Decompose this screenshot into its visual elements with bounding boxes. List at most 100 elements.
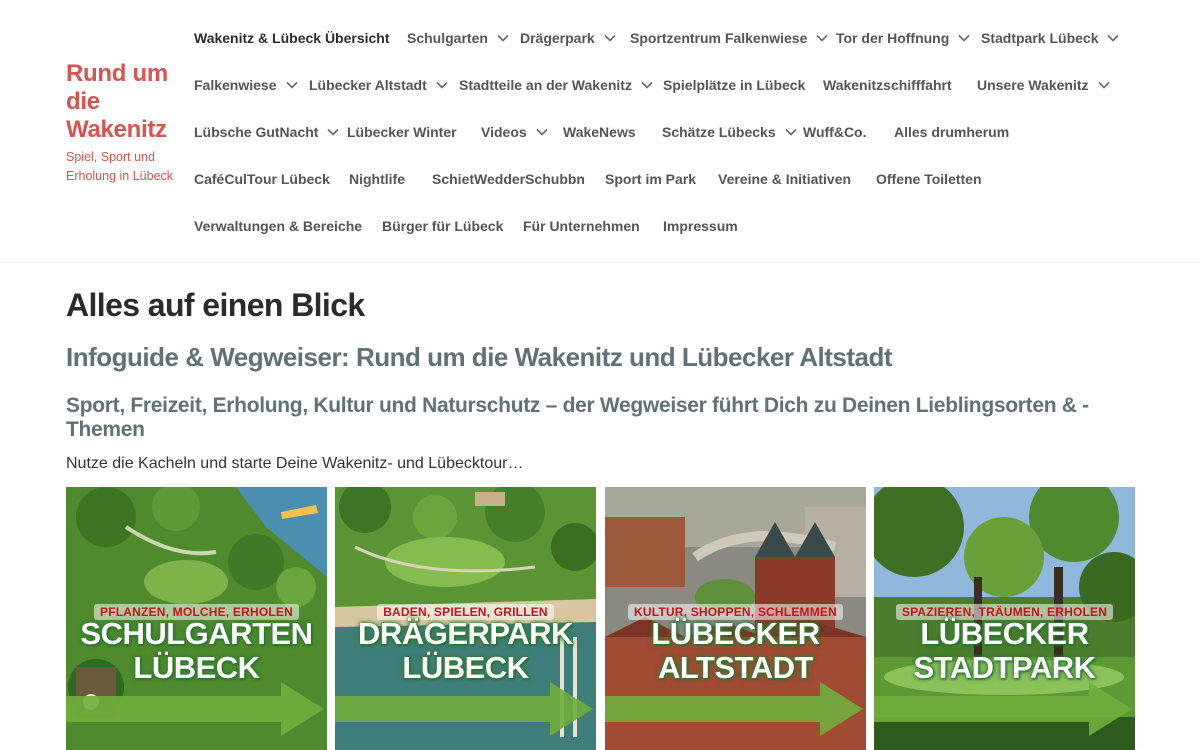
nav-row: CaféCulTour Lübeck Nightlife SchietWedde… [194,157,1144,204]
tile-draegerpark[interactable]: BADEN, SPIELEN, GRILLEN DRÄGERPARK LÜBEC… [335,487,596,750]
tile-grid: PFLANZEN, MOLCHE, ERHOLEN SCHULGARTEN LÜ… [66,487,1136,750]
tile-title-line2: LÜBECK [402,650,529,685]
site-title[interactable]: Rund um die Wakenitz [66,60,176,144]
nav-item-drumherum[interactable]: Alles drumherum [894,110,1009,154]
nav-row: Lübsche GutNacht Lübecker Winter Videos … [194,110,1144,157]
nav-item-nightlife[interactable]: Nightlife [349,157,405,201]
nav-item-schaetze[interactable]: Schätze Lübecks [662,110,798,154]
nav-item-wakenitzschifffahrt[interactable]: Wakenitzschifffahrt [823,63,952,107]
arrow-right-icon [66,682,324,736]
nav-item-spielplaetze[interactable]: Spielplätze in Lübeck [663,63,805,107]
tile-title-line2: STADTPARK [913,650,1096,685]
main-navigation: Wakenitz & Lübeck Übersicht Schulgarten … [194,16,1144,251]
chevron-down-icon[interactable] [435,78,449,92]
nav-item-label: Unsere Wakenitz [977,77,1089,93]
nav-item-label: Nightlife [349,171,405,187]
section-heading: Infoguide & Wegweiser: Rund um die Waken… [66,342,893,372]
nav-item-label: Spielplätze in Lübeck [663,77,806,93]
nav-item-label: Videos [481,124,527,140]
arrow-right-icon [335,682,593,736]
nav-item-videos[interactable]: Videos [481,110,549,154]
site-branding: Rund um die Wakenitz Spiel, Sport und Er… [66,60,176,185]
nav-item-sport-im-park[interactable]: Sport im Park [605,157,696,201]
page-title: Alles auf einen Blick [66,287,365,323]
nav-item-label: Sportzentrum Falkenwiese [630,30,808,46]
nav-item-label: Vereine & Initiativen [718,171,852,187]
tile-title-line1: SCHULGARTEN [80,616,313,651]
chevron-down-icon[interactable] [1097,78,1111,92]
tile-title-line1: DRÄGERPARK [358,616,573,651]
chevron-down-icon[interactable] [326,125,340,139]
arrow-right-icon [874,682,1132,736]
nav-item-winter[interactable]: Lübecker Winter [347,110,457,154]
tile-title-line1: LÜBECKER [920,616,1089,651]
nav-item-toiletten[interactable]: Offene Toiletten [876,157,982,201]
chevron-down-icon[interactable] [640,78,654,92]
chevron-down-icon[interactable] [815,31,829,45]
nav-item-label: CaféCulTour Lübeck [194,171,330,187]
nav-item-tor-der-hoffnung[interactable]: Tor der Hoffnung [836,16,971,60]
nav-item-altstadt[interactable]: Lübecker Altstadt [309,63,449,107]
chevron-down-icon[interactable] [784,125,798,139]
nav-item-label: Lübecker Altstadt [309,77,427,93]
nav-item-label: Drägerpark [520,30,595,46]
nav-item-label: Stadtpark Lübeck [981,30,1099,46]
nav-item-label: Wakenitz & Lübeck Übersicht [194,30,390,46]
nav-item-label: Impressum [663,218,738,234]
nav-item-label: Alles drumherum [894,124,1010,140]
site-tagline: Spiel, Sport und Erholung in Lübeck [66,150,174,183]
chevron-down-icon[interactable] [1106,31,1120,45]
chevron-down-icon[interactable] [285,78,299,92]
nav-item-label: Schätze Lübecks [662,124,776,140]
nav-item-label: WakeNews [563,124,636,140]
tile-title-line2: LÜBECK [133,650,260,685]
chevron-down-icon[interactable] [496,31,510,45]
nav-item-label: Lübsche GutNacht [194,124,319,140]
nav-item-label: Schulgarten [407,30,488,46]
nav-item-label: Sport im Park [605,171,697,187]
nav-item-label: Bürger für Lübeck [382,218,504,234]
nav-item-label: Wuff&Co. [803,124,867,140]
nav-item-label: Verwaltungen & Bereiche [194,218,363,234]
nav-item-vereine[interactable]: Vereine & Initiativen [718,157,851,201]
nav-item-verwaltungen[interactable]: Verwaltungen & Bereiche [194,204,362,248]
chevron-down-icon[interactable] [603,31,617,45]
nav-row: Wakenitz & Lübeck Übersicht Schulgarten … [194,16,1144,63]
nav-item-label: Stadtteile an der Wakenitz [459,77,632,93]
nav-item-falkenwiese[interactable]: Falkenwiese [194,63,299,107]
arrow-right-icon [605,682,863,736]
nav-item-stadtpark[interactable]: Stadtpark Lübeck [981,16,1120,60]
nav-item-draegerpark[interactable]: Drägerpark [520,16,617,60]
nav-item-label: Wakenitzschifffahrt [823,77,952,93]
nav-item-gutnacht[interactable]: Lübsche GutNacht [194,110,340,154]
tile-title-line2: ALTSTADT [658,650,813,685]
site-header: Rund um die Wakenitz Spiel, Sport und Er… [0,0,1200,263]
nav-item-label: Tor der Hoffnung [836,30,950,46]
nav-item-impressum[interactable]: Impressum [663,204,738,248]
nav-item-label: Für Unternehmen [523,218,640,234]
nav-item-schietwedder[interactable]: SchietWedderSchubbn [432,157,585,201]
tile-schulgarten[interactable]: PFLANZEN, MOLCHE, ERHOLEN SCHULGARTEN LÜ… [66,487,327,750]
nav-item-schulgarten[interactable]: Schulgarten [407,16,510,60]
chevron-down-icon[interactable] [957,31,971,45]
nav-item-cafecultour[interactable]: CaféCulTour Lübeck [194,157,330,201]
nav-item-wakenews[interactable]: WakeNews [563,110,636,154]
nav-item-buerger[interactable]: Bürger für Lübeck [382,204,503,248]
section-subheading: Sport, Freizeit, Erholung, Kultur und Na… [66,394,1089,441]
nav-item-label: Lübecker Winter [347,124,457,140]
nav-row: Falkenwiese Lübecker Altstadt Stadtteile… [194,63,1144,110]
chevron-down-icon[interactable] [535,125,549,139]
intro-text: Nutze die Kacheln und starte Deine Waken… [66,455,524,472]
tile-title-line1: LÜBECKER [651,616,820,651]
nav-item-stadtteile[interactable]: Stadtteile an der Wakenitz [459,63,654,107]
nav-item-sportzentrum[interactable]: Sportzentrum Falkenwiese [630,16,829,60]
nav-item-unternehmen[interactable]: Für Unternehmen [523,204,640,248]
tile-altstadt[interactable]: KULTUR, SHOPPEN, SCHLEMMEN LÜBECKER ALTS… [605,487,866,750]
nav-item-label: Offene Toiletten [876,171,982,187]
nav-item-label: SchietWedderSchubbn [432,171,585,187]
nav-item-uebersicht[interactable]: Wakenitz & Lübeck Übersicht [194,16,390,60]
tile-stadtpark[interactable]: SPAZIEREN, TRÄUMEN, ERHOLEN LÜBECKER STA… [874,487,1135,750]
nav-item-label: Falkenwiese [194,77,277,93]
nav-item-wuff[interactable]: Wuff&Co. [803,110,867,154]
nav-item-unsere-wakenitz[interactable]: Unsere Wakenitz [977,63,1111,107]
